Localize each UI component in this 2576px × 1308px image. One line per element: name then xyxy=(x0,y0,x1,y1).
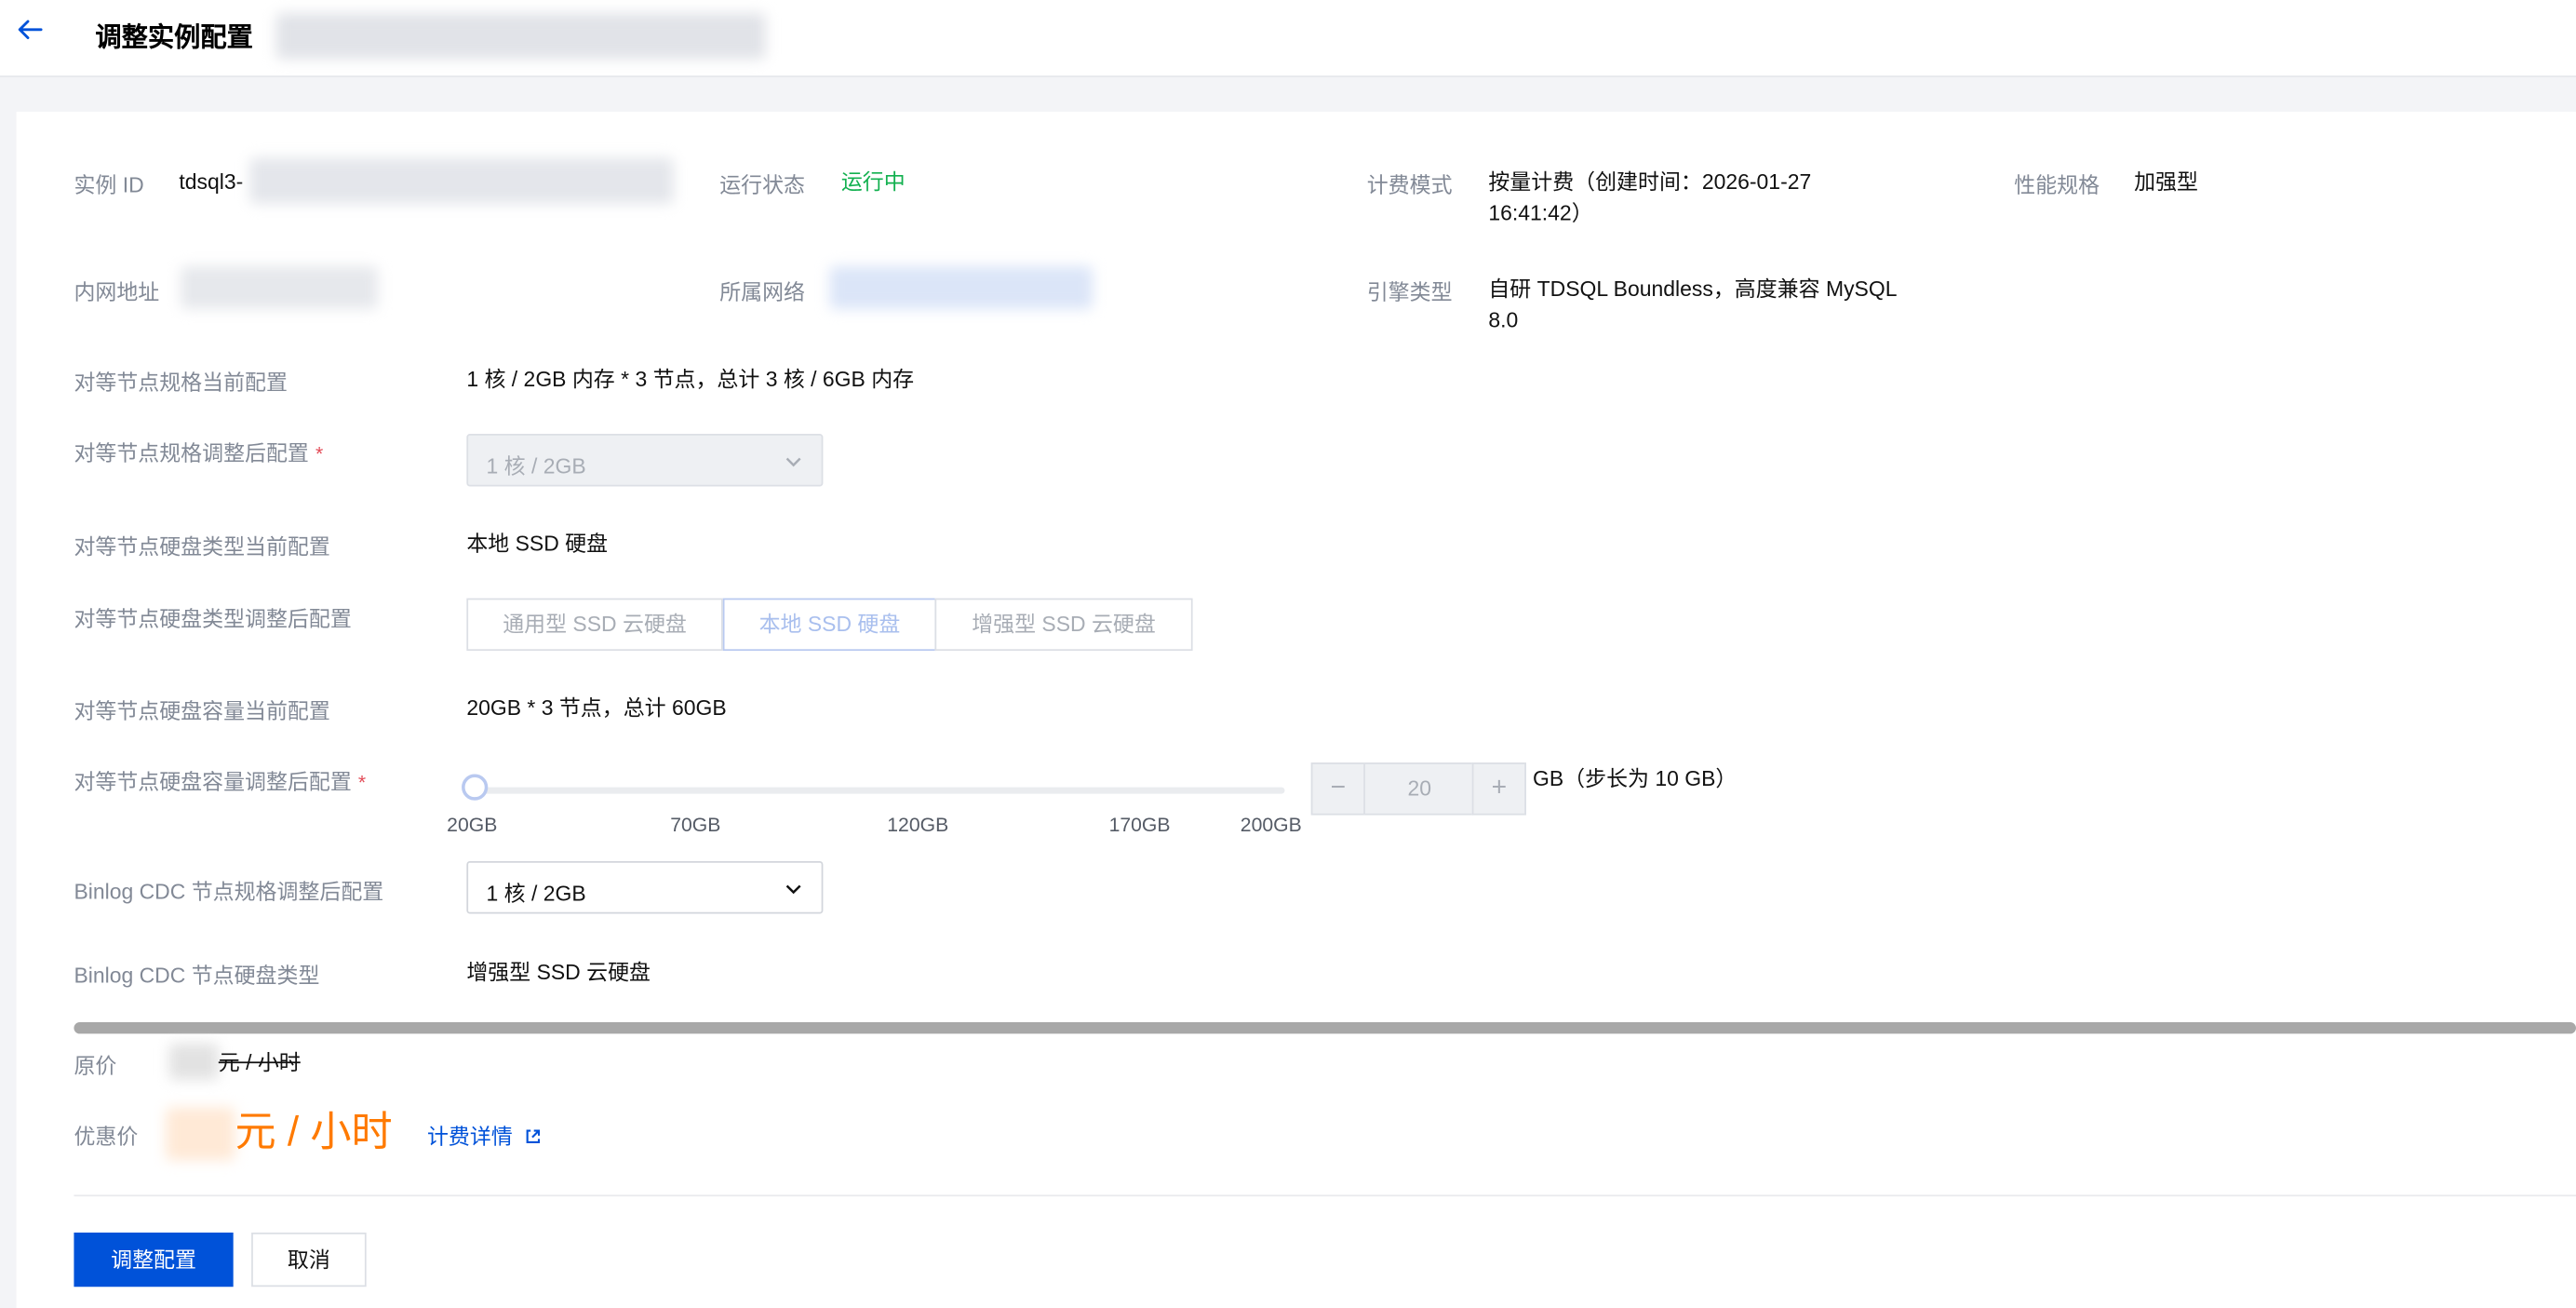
disk-cap-current-label: 对等节点硬盘容量当前配置 xyxy=(74,698,330,723)
perf-spec-value: 加强型 xyxy=(2134,169,2198,195)
peer-spec-select-value: 1 核 / 2GB xyxy=(486,453,586,479)
required-mark: * xyxy=(357,770,367,794)
redacted-discount-price xyxy=(166,1107,235,1161)
redacted-original-price xyxy=(168,1043,219,1080)
disk-cap-current-value: 20GB * 3 节点，总计 60GB xyxy=(466,694,727,721)
slider-tick-label: 120GB xyxy=(887,813,949,837)
billing-mode-line1: 按量计费（创建时间：2026-01-27 xyxy=(1488,169,1812,195)
redacted-private-ip xyxy=(181,265,379,309)
peer-spec-select[interactable]: 1 核 / 2GB xyxy=(466,434,824,487)
redacted-instance-name xyxy=(275,13,766,60)
billing-mode-label: 计费模式 xyxy=(1366,172,1453,197)
instance-id-value: tdsql3- xyxy=(179,169,244,195)
disk-cap-new-label-text: 对等节点硬盘容量调整后配置 xyxy=(74,769,352,794)
stepper-minus-button[interactable]: − xyxy=(1310,762,1365,816)
peer-spec-new-label-text: 对等节点规格调整后配置 xyxy=(74,440,309,465)
peer-spec-current-label: 对等节点规格当前配置 xyxy=(74,370,288,395)
disk-cap-slider-thumb[interactable] xyxy=(462,774,489,801)
billing-mode-line2: 16:41:42） xyxy=(1488,200,1593,225)
engine-line2: 8.0 xyxy=(1488,307,1519,332)
horizontal-scrollbar[interactable] xyxy=(74,1022,2576,1034)
disk-type-option-enhanced[interactable]: 增强型 SSD 云硬盘 xyxy=(934,598,1193,652)
slider-tick-label: 20GB xyxy=(447,813,498,837)
billing-mode-value: 按量计费（创建时间：2026-01-27 16:41:42） xyxy=(1488,166,1811,228)
cdc-spec-select-value: 1 核 / 2GB xyxy=(486,881,586,906)
run-status-value: 运行中 xyxy=(840,169,906,195)
billing-details-label: 计费详情 xyxy=(426,1124,513,1149)
cdc-spec-label: Binlog CDC 节点规格调整后配置 xyxy=(74,879,384,904)
redacted-instance-id xyxy=(249,157,674,204)
stepper-plus-button[interactable]: + xyxy=(1471,762,1526,816)
chevron-down-icon xyxy=(785,884,801,895)
run-status-label: 运行状态 xyxy=(719,172,806,197)
original-price-label: 原价 xyxy=(74,1053,117,1079)
adjust-config-button[interactable]: 调整配置 xyxy=(74,1232,234,1288)
disk-type-current-value: 本地 SSD 硬盘 xyxy=(466,531,609,556)
page-root: 调整实例配置 实例 ID tdsql3- 运行状态 运行中 计费模式 按量计费（… xyxy=(0,0,2576,1308)
footer-divider xyxy=(74,1194,2576,1197)
network-label: 所属网络 xyxy=(719,279,806,304)
peer-spec-current-value: 1 核 / 2GB 内存 * 3 节点，总计 3 核 / 6GB 内存 xyxy=(466,366,915,392)
disk-cap-slider-track[interactable] xyxy=(476,787,1285,794)
page-title: 调整实例配置 xyxy=(95,24,253,53)
engine-line1: 自研 TDSQL Boundless，高度兼容 MySQL xyxy=(1488,276,1898,302)
disk-type-option-general[interactable]: 通用型 SSD 云硬盘 xyxy=(466,598,723,652)
disk-type-new-label: 对等节点硬盘类型调整后配置 xyxy=(74,606,352,631)
discount-price-label: 优惠价 xyxy=(74,1124,139,1149)
disk-cap-new-label: 对等节点硬盘容量调整后配置 * xyxy=(74,764,366,796)
cdc-spec-select[interactable]: 1 核 / 2GB xyxy=(466,861,824,914)
engine-label: 引擎类型 xyxy=(1366,279,1453,304)
private-ip-label: 内网地址 xyxy=(74,279,160,304)
cdc-disk-value: 增强型 SSD 云硬盘 xyxy=(466,959,651,985)
slider-tick-label: 200GB xyxy=(1240,813,1302,837)
perf-spec-label: 性能规格 xyxy=(2014,172,2100,197)
cdc-disk-label: Binlog CDC 节点硬盘类型 xyxy=(74,963,320,988)
top-bar: 调整实例配置 xyxy=(0,0,2576,77)
discount-price-unit: 元 / 小时 xyxy=(235,1109,393,1156)
chevron-down-icon xyxy=(785,457,801,467)
original-price-unit: 元 / 小时 xyxy=(218,1050,301,1075)
config-card xyxy=(16,112,2576,1308)
engine-value: 自研 TDSQL Boundless，高度兼容 MySQL 8.0 xyxy=(1488,273,1897,335)
cancel-button[interactable]: 取消 xyxy=(251,1232,367,1288)
slider-tick-label: 170GB xyxy=(1108,813,1171,837)
peer-spec-new-label: 对等节点规格调整后配置 * xyxy=(74,436,323,467)
instance-id-label: 实例 ID xyxy=(74,172,144,197)
disk-type-current-label: 对等节点硬盘类型当前配置 xyxy=(74,533,330,560)
required-mark: * xyxy=(315,441,324,465)
billing-details-link[interactable]: 计费详情 xyxy=(427,1119,542,1151)
redacted-network-link[interactable] xyxy=(829,265,1093,309)
stepper-unit: GB（步长为 10 GB） xyxy=(1533,765,1737,791)
external-link-icon xyxy=(525,1129,540,1143)
disk-cap-input[interactable]: 20 xyxy=(1364,762,1474,816)
arrow-left-icon[interactable] xyxy=(15,15,45,45)
slider-tick-label: 70GB xyxy=(670,813,721,837)
disk-type-option-local[interactable]: 本地 SSD 硬盘 xyxy=(722,598,937,652)
